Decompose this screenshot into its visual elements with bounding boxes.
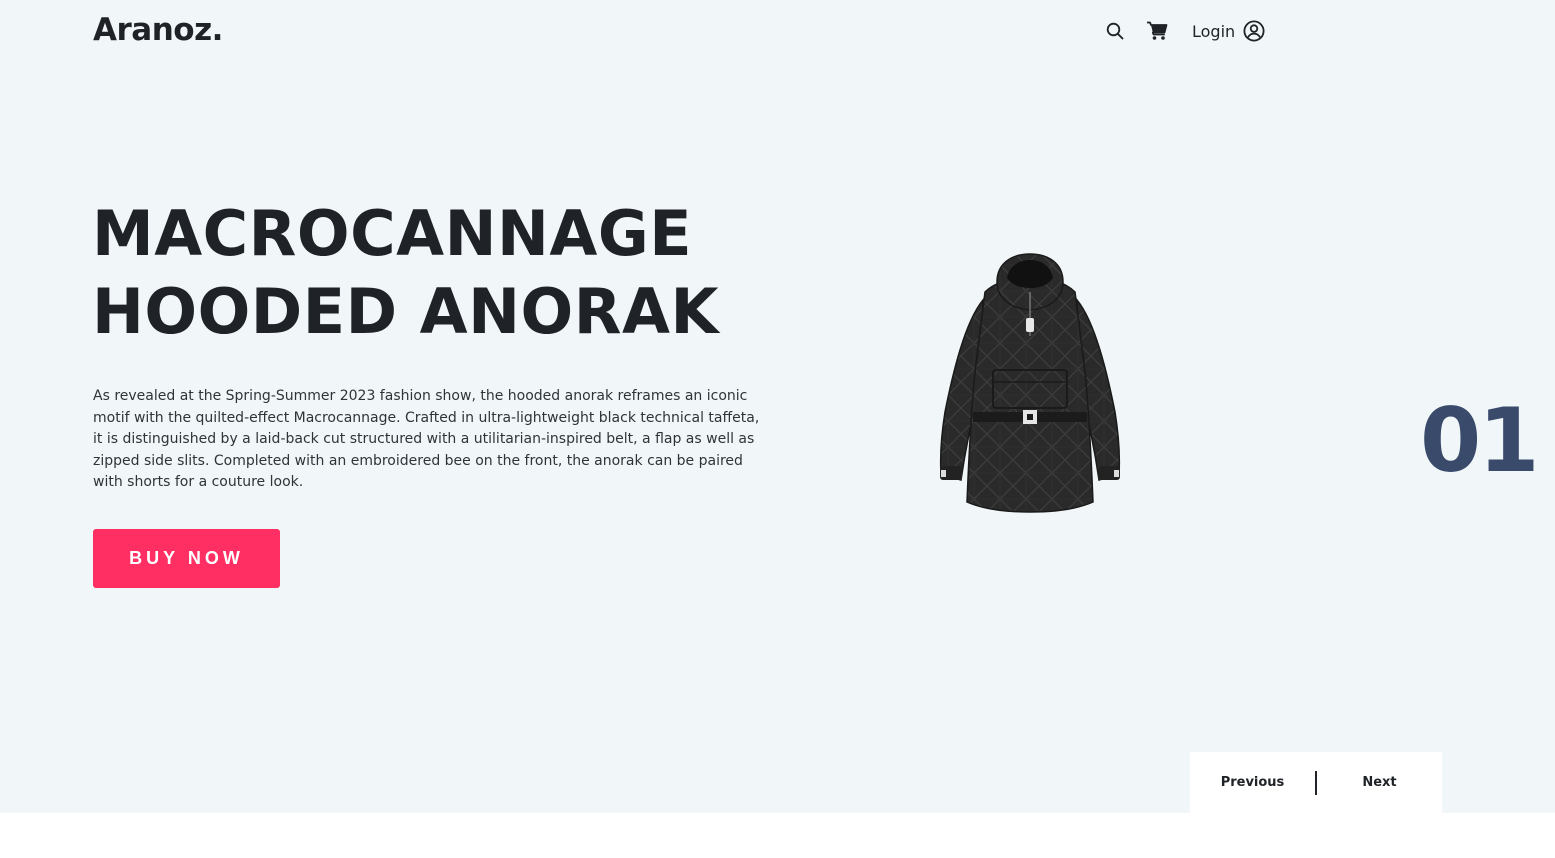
login-button[interactable]: Login	[1192, 20, 1265, 42]
next-button[interactable]: Next	[1317, 775, 1442, 790]
header-actions: Login	[1105, 19, 1265, 43]
product-title-line-2: HOODED ANORAK	[92, 275, 720, 348]
hero-section: Aranoz. Login MACROCANNAGE HOODED ANORAK…	[0, 0, 1555, 813]
previous-button[interactable]: Previous	[1190, 775, 1315, 790]
login-label: Login	[1192, 21, 1236, 41]
slider-pagination: Previous Next	[1190, 752, 1442, 813]
slide-number: 01	[1420, 389, 1539, 492]
user-circle-icon	[1243, 20, 1265, 42]
brand-logo[interactable]: Aranoz.	[93, 12, 223, 48]
product-title: MACROCANNAGE HOODED ANORAK	[92, 195, 719, 351]
search-icon[interactable]	[1105, 21, 1125, 41]
buy-now-button[interactable]: BUY NOW	[93, 529, 280, 588]
product-title-line-1: MACROCANNAGE	[92, 197, 693, 270]
product-description: As revealed at the Spring-Summer 2023 fa…	[93, 388, 760, 490]
cart-icon[interactable]	[1145, 19, 1169, 43]
product-image-anorak	[935, 252, 1125, 514]
